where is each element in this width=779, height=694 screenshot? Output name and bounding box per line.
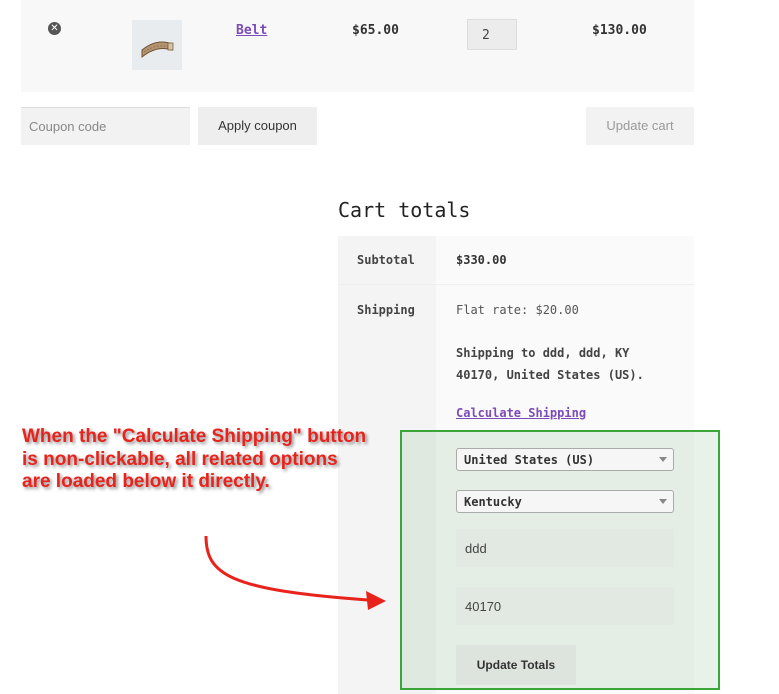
quantity-input[interactable]: 2: [467, 19, 517, 50]
shipping-rate: Flat rate: $20.00: [456, 303, 579, 317]
annotation-text: When the "Calculate Shipping" button is …: [22, 426, 367, 492]
annotation-arrow: [204, 535, 386, 610]
city-input[interactable]: ddd: [456, 529, 674, 567]
cart-item-row: [21, 0, 694, 92]
remove-item-button[interactable]: ✕: [48, 22, 61, 35]
cart-totals-title: Cart totals: [338, 198, 471, 222]
apply-coupon-button[interactable]: Apply coupon: [198, 107, 317, 145]
product-price: $65.00: [352, 23, 399, 38]
product-name-link[interactable]: Belt: [236, 23, 267, 38]
close-circle-icon: ✕: [50, 23, 59, 34]
row-divider: [338, 284, 694, 285]
update-totals-button[interactable]: Update Totals: [456, 645, 576, 685]
chevron-down-icon: [659, 499, 667, 504]
country-select[interactable]: United States (US): [456, 448, 674, 471]
subtotal-value: $330.00: [456, 253, 507, 267]
calculate-shipping-link[interactable]: Calculate Shipping: [456, 406, 586, 420]
subtotal-label: Subtotal: [357, 253, 415, 267]
update-cart-button[interactable]: Update cart: [586, 107, 694, 145]
chevron-down-icon: [659, 457, 667, 462]
shipping-destination: Shipping to ddd, ddd, KY 40170, United S…: [456, 346, 644, 382]
item-subtotal: $130.00: [592, 23, 647, 38]
state-value: Kentucky: [464, 495, 522, 509]
product-thumbnail[interactable]: [132, 20, 182, 70]
country-value: United States (US): [464, 453, 595, 467]
state-select[interactable]: Kentucky: [456, 490, 674, 513]
belt-image: [141, 41, 174, 59]
postcode-input[interactable]: 40170: [456, 587, 674, 625]
coupon-code-input[interactable]: Coupon code: [21, 107, 190, 145]
shipping-label: Shipping: [357, 303, 415, 317]
